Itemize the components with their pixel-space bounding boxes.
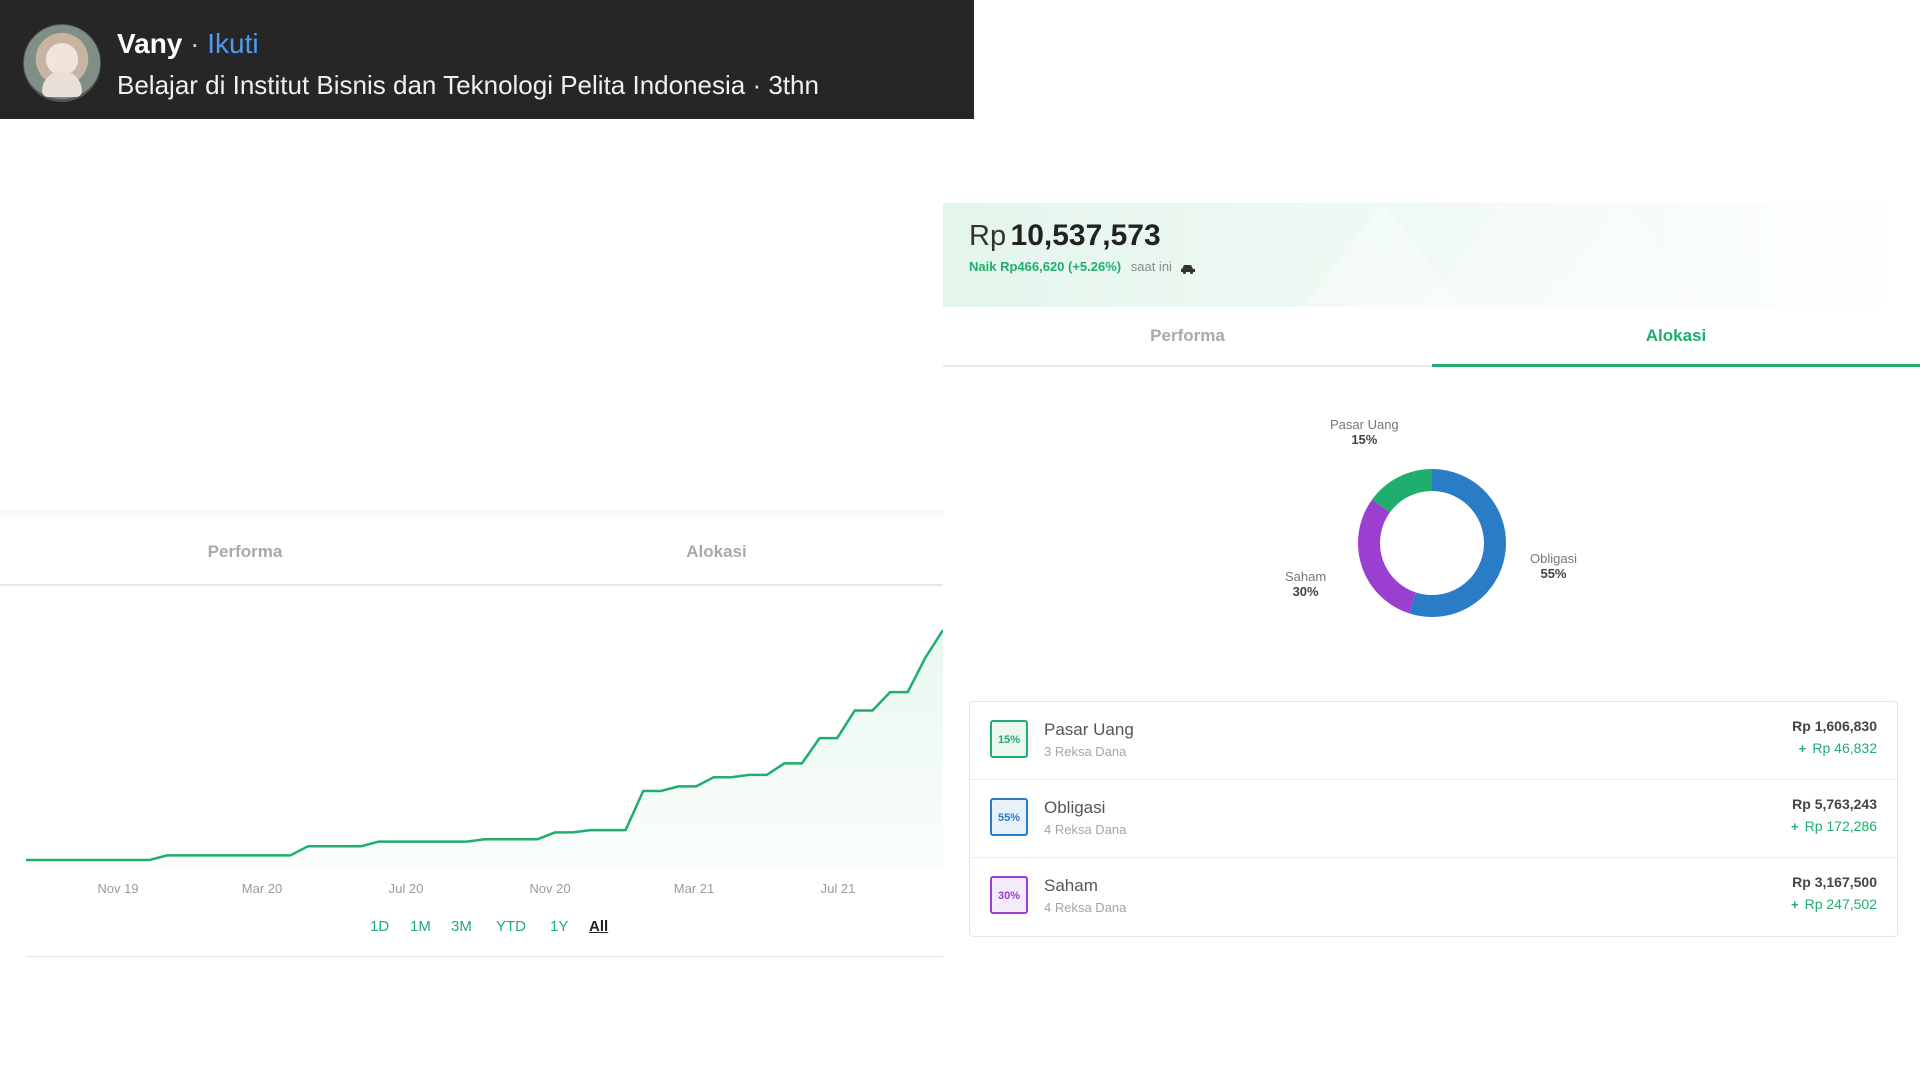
- plus-icon: +: [1791, 897, 1799, 912]
- donut-slice-saham[interactable]: [1358, 499, 1417, 614]
- performance-area: [26, 630, 943, 870]
- range-1d-button[interactable]: 1D: [370, 918, 389, 935]
- panel-top-band: [0, 510, 943, 520]
- tab-bar: Performa Alokasi: [0, 522, 943, 586]
- percent-badge: 15%: [990, 720, 1028, 758]
- tab-bar: Performa Alokasi: [943, 309, 1920, 367]
- performance-chart: Nov 19 Mar 20 Jul 20 Nov 20 Mar 21 Jul 21: [26, 629, 943, 896]
- tab-alokasi[interactable]: Alokasi: [490, 522, 943, 584]
- avatar-face: [50, 45, 74, 73]
- x-tick-label: Jul 20: [389, 881, 424, 896]
- plus-icon: +: [1791, 819, 1799, 834]
- balance-change: Naik Rp466,620 (+5.26%): [969, 259, 1122, 274]
- donut-label-percent: 30%: [1292, 584, 1319, 599]
- avatar-body: [42, 71, 82, 97]
- x-tick-label: Jul 21: [821, 881, 856, 896]
- asset-class-name: Obligasi: [1044, 798, 1106, 817]
- allocation-donut-chart: Pasar Uang 15% Obligasi 55% Saham 30%: [943, 403, 1920, 633]
- donut-label-saham: Saham 30%: [1285, 569, 1326, 599]
- performance-panel: Performa Alokasi Nov 19 Mar 20 Jul 20 Nov 2…: [0, 510, 943, 960]
- follow-button[interactable]: Ikuti: [207, 28, 258, 59]
- allocation-panel: Rp 10,537,573 Naik Rp466,620 (+5.26%) sa…: [943, 203, 1920, 943]
- donut-label-pasar-uang: Pasar Uang 15%: [1330, 417, 1399, 447]
- range-1y-button[interactable]: 1Y: [550, 918, 568, 935]
- list-item[interactable]: 30% Saham 4 Reksa Dana Rp 3,167,500 + Rp …: [970, 858, 1897, 935]
- balance-header: Rp 10,537,573 Naik Rp466,620 (+5.26%) sa…: [943, 203, 1920, 307]
- list-item[interactable]: 55% Obligasi 4 Reksa Dana Rp 5,763,243 +…: [970, 780, 1897, 858]
- asset-gain-value: Rp 46,832: [1812, 740, 1877, 756]
- tab-alokasi[interactable]: Alokasi: [1432, 309, 1920, 367]
- asset-gain-value: Rp 172,286: [1804, 818, 1877, 834]
- range-3m-button[interactable]: 3M: [451, 918, 472, 935]
- percent-badge: 30%: [990, 876, 1028, 914]
- asset-gain: + Rp 46,832: [1799, 740, 1877, 756]
- allocation-list: 15% Pasar Uang 3 Reksa Dana Rp 1,606,830…: [969, 701, 1898, 937]
- author-name[interactable]: Vany: [117, 28, 182, 59]
- fund-count: 4 Reksa Dana: [1044, 822, 1127, 837]
- donut-label-percent: 15%: [1351, 432, 1378, 447]
- balance-currency: Rp: [969, 220, 1007, 252]
- car-icon: [1180, 264, 1195, 274]
- donut-label-name: Pasar Uang: [1330, 417, 1399, 432]
- asset-amount: Rp 1,606,830: [1792, 718, 1877, 734]
- tab-performa[interactable]: Performa: [0, 522, 490, 584]
- range-1m-button[interactable]: 1M: [410, 918, 431, 935]
- fund-count: 4 Reksa Dana: [1044, 900, 1127, 915]
- asset-amount: Rp 3,167,500: [1792, 874, 1877, 890]
- decor-triangle: [1543, 203, 1703, 307]
- plus-icon: +: [1798, 741, 1807, 756]
- donut-slice-obligasi[interactable]: [1409, 469, 1506, 617]
- asset-gain: + Rp 172,286: [1791, 818, 1877, 834]
- asset-gain: + Rp 247,502: [1791, 896, 1877, 912]
- author-line: Vany · Ikuti: [117, 28, 259, 60]
- percent-badge: 55%: [990, 798, 1028, 836]
- divider: [26, 956, 943, 957]
- donut-label-percent: 55%: [1540, 566, 1567, 581]
- x-tick-label: Mar 21: [674, 881, 714, 896]
- fund-count: 3 Reksa Dana: [1044, 744, 1127, 759]
- range-ytd-button[interactable]: YTD: [496, 918, 526, 935]
- donut-label-obligasi: Obligasi 55%: [1530, 551, 1577, 581]
- tab-performa[interactable]: Performa: [943, 309, 1432, 365]
- x-tick-label: Nov 20: [529, 881, 570, 896]
- author-subtitle: Belajar di Institut Bisnis dan Teknologi…: [117, 70, 819, 100]
- balance-change-line: Naik Rp466,620 (+5.26%) saat ini: [969, 259, 1196, 274]
- list-item[interactable]: 15% Pasar Uang 3 Reksa Dana Rp 1,606,830…: [970, 702, 1897, 780]
- asset-class-name: Pasar Uang: [1044, 720, 1134, 739]
- range-all-button[interactable]: All: [589, 918, 608, 935]
- asset-gain-value: Rp 247,502: [1804, 896, 1877, 912]
- donut-svg: [1358, 469, 1506, 617]
- name-separator: ·: [190, 28, 200, 59]
- portfolio-balance: Rp 10,537,573: [969, 219, 1161, 253]
- asset-amount: Rp 5,763,243: [1792, 796, 1877, 812]
- balance-value: 10,537,573: [1010, 219, 1161, 252]
- asset-class-name: Saham: [1044, 876, 1098, 895]
- donut-label-name: Saham: [1285, 569, 1327, 584]
- x-tick-label: Nov 19: [97, 881, 138, 896]
- avatar[interactable]: [23, 24, 101, 102]
- donut-label-name: Obligasi: [1530, 551, 1577, 566]
- post-header: Vany · Ikuti Belajar di Institut Bisnis …: [0, 0, 974, 119]
- donut-slice-pasar-uang[interactable]: [1372, 469, 1433, 513]
- balance-now-label: saat ini: [1130, 259, 1172, 274]
- x-tick-label: Mar 20: [242, 881, 282, 896]
